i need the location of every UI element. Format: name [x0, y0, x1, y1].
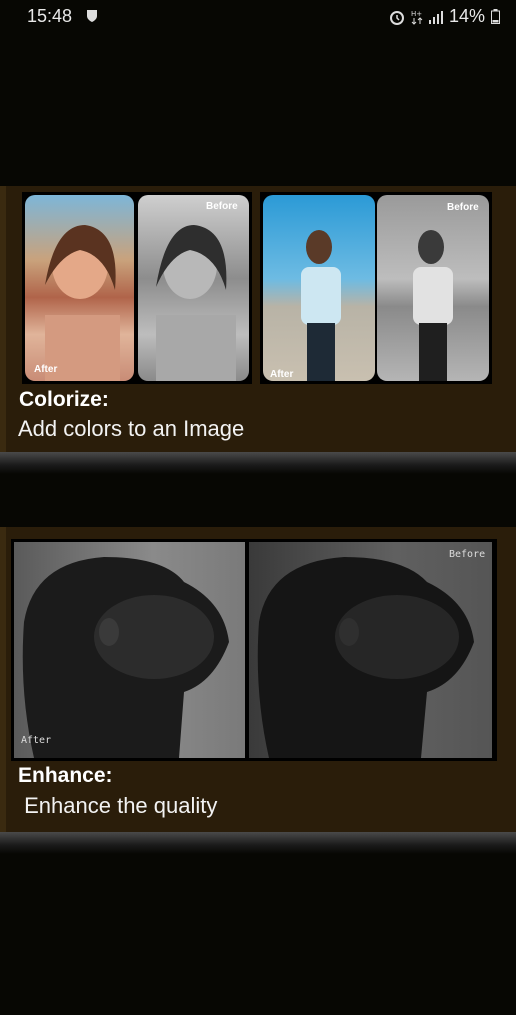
signal-icon: [428, 10, 443, 24]
after-tag: After: [21, 735, 52, 746]
colorize-sample-2: After Before: [260, 192, 492, 384]
shield-icon: [86, 9, 98, 27]
card-shadow: [0, 832, 516, 854]
colorize-before-image-2: [377, 195, 489, 381]
colorize-title: Colorize:: [19, 388, 109, 411]
svg-text:H+: H+: [411, 10, 422, 18]
status-time: 15:48: [27, 6, 73, 26]
after-tag: After: [270, 369, 294, 380]
before-tag: Before: [206, 201, 238, 212]
enhance-description: Enhance the quality: [18, 793, 218, 818]
card-edge: [0, 527, 6, 832]
colorize-after-image-2: [263, 195, 375, 381]
enhance-sample: After Before: [11, 539, 497, 761]
colorize-before-image-1: [138, 195, 249, 381]
battery-percent: 14%: [448, 6, 485, 26]
card-shadow: [0, 452, 516, 474]
card-edge: [0, 186, 6, 452]
status-bar: 15:48 H+ 14%: [0, 0, 516, 34]
colorize-description: Add colors to an Image: [18, 416, 245, 441]
colorize-card[interactable]: After Before After Before Colorize: Add …: [0, 186, 516, 452]
colorize-sample-1: After Before: [22, 192, 252, 384]
enhance-title: Enhance:: [18, 764, 113, 787]
alarm-icon: [389, 9, 405, 25]
enhance-before-image: [249, 542, 492, 758]
enhance-after-image: [14, 542, 245, 758]
colorize-after-image-1: [25, 195, 134, 381]
before-tag: Before: [447, 202, 479, 213]
data-icon: H+: [411, 9, 423, 25]
battery-icon: [491, 9, 500, 24]
enhance-card[interactable]: After Before Enhance: Enhance the qualit…: [0, 527, 516, 832]
after-tag: After: [34, 364, 58, 375]
before-tag: Before: [449, 549, 486, 560]
